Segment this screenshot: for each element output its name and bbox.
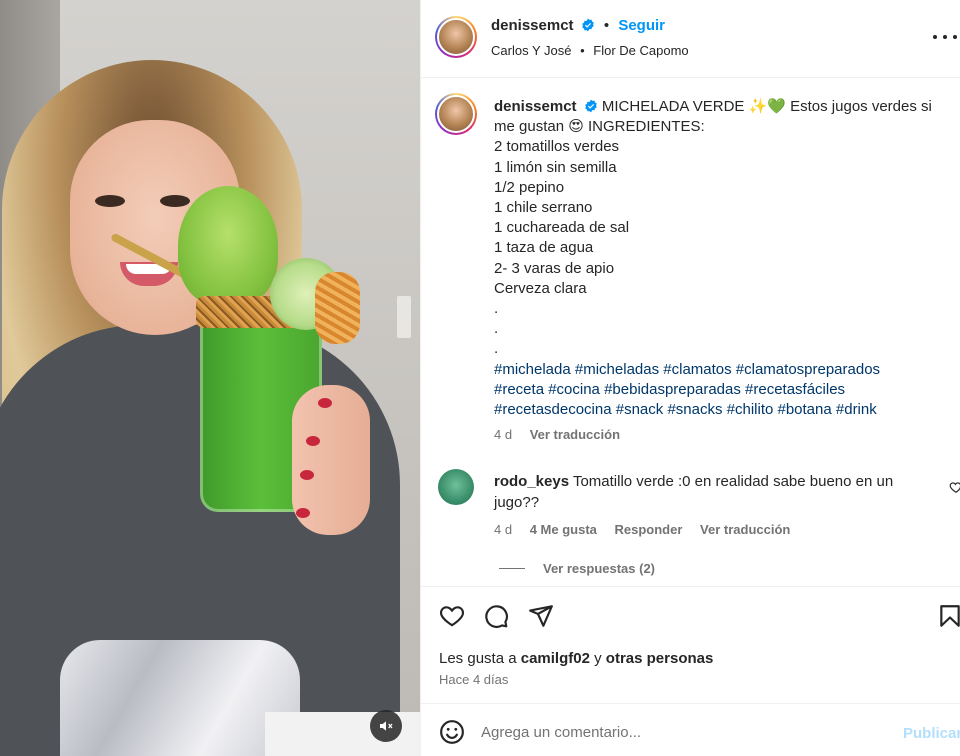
- ingredient-line: 1 chile serrano: [494, 199, 593, 217]
- mute-button[interactable]: [370, 710, 402, 742]
- comment-reply-button[interactable]: Responder: [615, 522, 683, 537]
- post-media[interactable]: [0, 0, 420, 756]
- likes-others-link[interactable]: otras personas: [606, 650, 714, 667]
- header-separator: •: [603, 17, 610, 34]
- mute-icon: [380, 721, 393, 731]
- media-nail: [300, 470, 314, 480]
- media-chili-garnish: [315, 272, 360, 344]
- ingredient-line: Cerveza clara: [494, 279, 587, 297]
- share-icon[interactable]: [528, 603, 554, 629]
- ingredient-line: 1 cuchareada de sal: [494, 219, 630, 237]
- sub-separator: •: [580, 43, 585, 58]
- comment-translate-link[interactable]: Ver traducción: [700, 522, 790, 537]
- media-nail: [296, 508, 310, 518]
- more-options-icon[interactable]: [933, 30, 957, 44]
- likes-prefix: Les gusta a: [439, 650, 517, 667]
- media-nail: [306, 436, 320, 446]
- author-avatar[interactable]: [435, 16, 477, 58]
- caption-dot-line: .: [494, 320, 499, 338]
- audio-location-line: Carlos Y José • Flor De Capomo: [491, 43, 689, 58]
- ingredient-line: 2- 3 varas de apio: [494, 259, 615, 277]
- media-eye-left: [95, 195, 125, 207]
- comments-scroll-area[interactable]: denissemct MICHELADA VERDE ✨💚 Estos jugo…: [421, 79, 960, 585]
- post-details-panel: denissemct • Seguir Carlos Y José • Flor…: [420, 0, 960, 756]
- view-replies-label: Ver respuestas (2): [543, 561, 656, 576]
- author-username[interactable]: denissemct: [491, 17, 574, 34]
- post-header: denissemct • Seguir Carlos Y José • Flor…: [421, 0, 960, 78]
- bookmark-icon[interactable]: [937, 603, 960, 629]
- hashtag-line[interactable]: #michelada #micheladas #clamatos #clamat…: [494, 360, 934, 380]
- ingredient-line: 2 tomatillos verdes: [494, 138, 620, 156]
- replies-divider: [499, 568, 525, 569]
- likes-user-link[interactable]: camilgf02: [521, 650, 590, 667]
- media-nail: [318, 398, 332, 408]
- publish-button[interactable]: Publicar: [903, 725, 960, 742]
- commenter-username[interactable]: rodo_keys: [494, 473, 569, 490]
- follow-button[interactable]: Seguir: [618, 17, 665, 34]
- media-celery: [178, 186, 278, 306]
- comment-likes-count[interactable]: 4 Me gusta: [530, 522, 597, 537]
- post-caption: denissemct MICHELADA VERDE ✨💚 Estos jugo…: [494, 97, 934, 420]
- caption-meta: 4 d Ver traducción: [494, 427, 634, 442]
- likes-conj: y: [594, 650, 602, 667]
- music-artist[interactable]: Carlos Y José: [491, 43, 571, 58]
- emoji-icon[interactable]: [439, 719, 465, 745]
- caption-dot-line: .: [494, 340, 499, 358]
- comment-like-heart-icon[interactable]: [949, 480, 960, 494]
- author-line: denissemct • Seguir: [491, 17, 665, 34]
- post-actions: Les gusta a camilgf02 y otras personas H…: [421, 586, 960, 704]
- heart-icon[interactable]: [439, 603, 465, 629]
- commenter-avatar[interactable]: [438, 469, 474, 505]
- view-replies-button[interactable]: Ver respuestas (2): [499, 561, 655, 576]
- media-person-skirt: [60, 640, 300, 756]
- likes-summary: Les gusta a camilgf02 y otras personas: [439, 650, 713, 667]
- comment-input[interactable]: [481, 717, 881, 747]
- add-comment-bar: Publicar: [421, 705, 960, 756]
- verified-badge-icon: [584, 99, 597, 113]
- caption-age: 4 d: [494, 427, 513, 442]
- caption-translate-link[interactable]: Ver traducción: [530, 427, 620, 442]
- music-title[interactable]: Flor De Capomo: [593, 43, 688, 58]
- caption-dot-line: .: [494, 300, 499, 318]
- post-timestamp[interactable]: Hace 4 días: [439, 672, 508, 687]
- comment-icon[interactable]: [483, 603, 509, 629]
- media-light-switch: [397, 296, 411, 338]
- ingredient-line: 1 limón sin semilla: [494, 158, 617, 176]
- hashtag-line[interactable]: #recetasdecocina #snack #snacks #chilito…: [494, 400, 934, 420]
- caption-username[interactable]: denissemct: [494, 98, 577, 115]
- caption-avatar[interactable]: [435, 93, 477, 135]
- media-eye-right: [160, 195, 190, 207]
- hashtag-line[interactable]: #receta #cocina #bebidaspreparadas #rece…: [494, 380, 934, 400]
- ingredient-line: 1 taza de agua: [494, 239, 594, 257]
- ingredient-line: 1/2 pepino: [494, 178, 565, 196]
- verified-badge-icon: [581, 18, 594, 32]
- comment-meta: 4 d 4 Me gusta Responder Ver traducción: [494, 522, 804, 537]
- comment-body: rodo_keys Tomatillo verde :0 en realidad…: [494, 472, 934, 513]
- comment-age: 4 d: [494, 522, 513, 537]
